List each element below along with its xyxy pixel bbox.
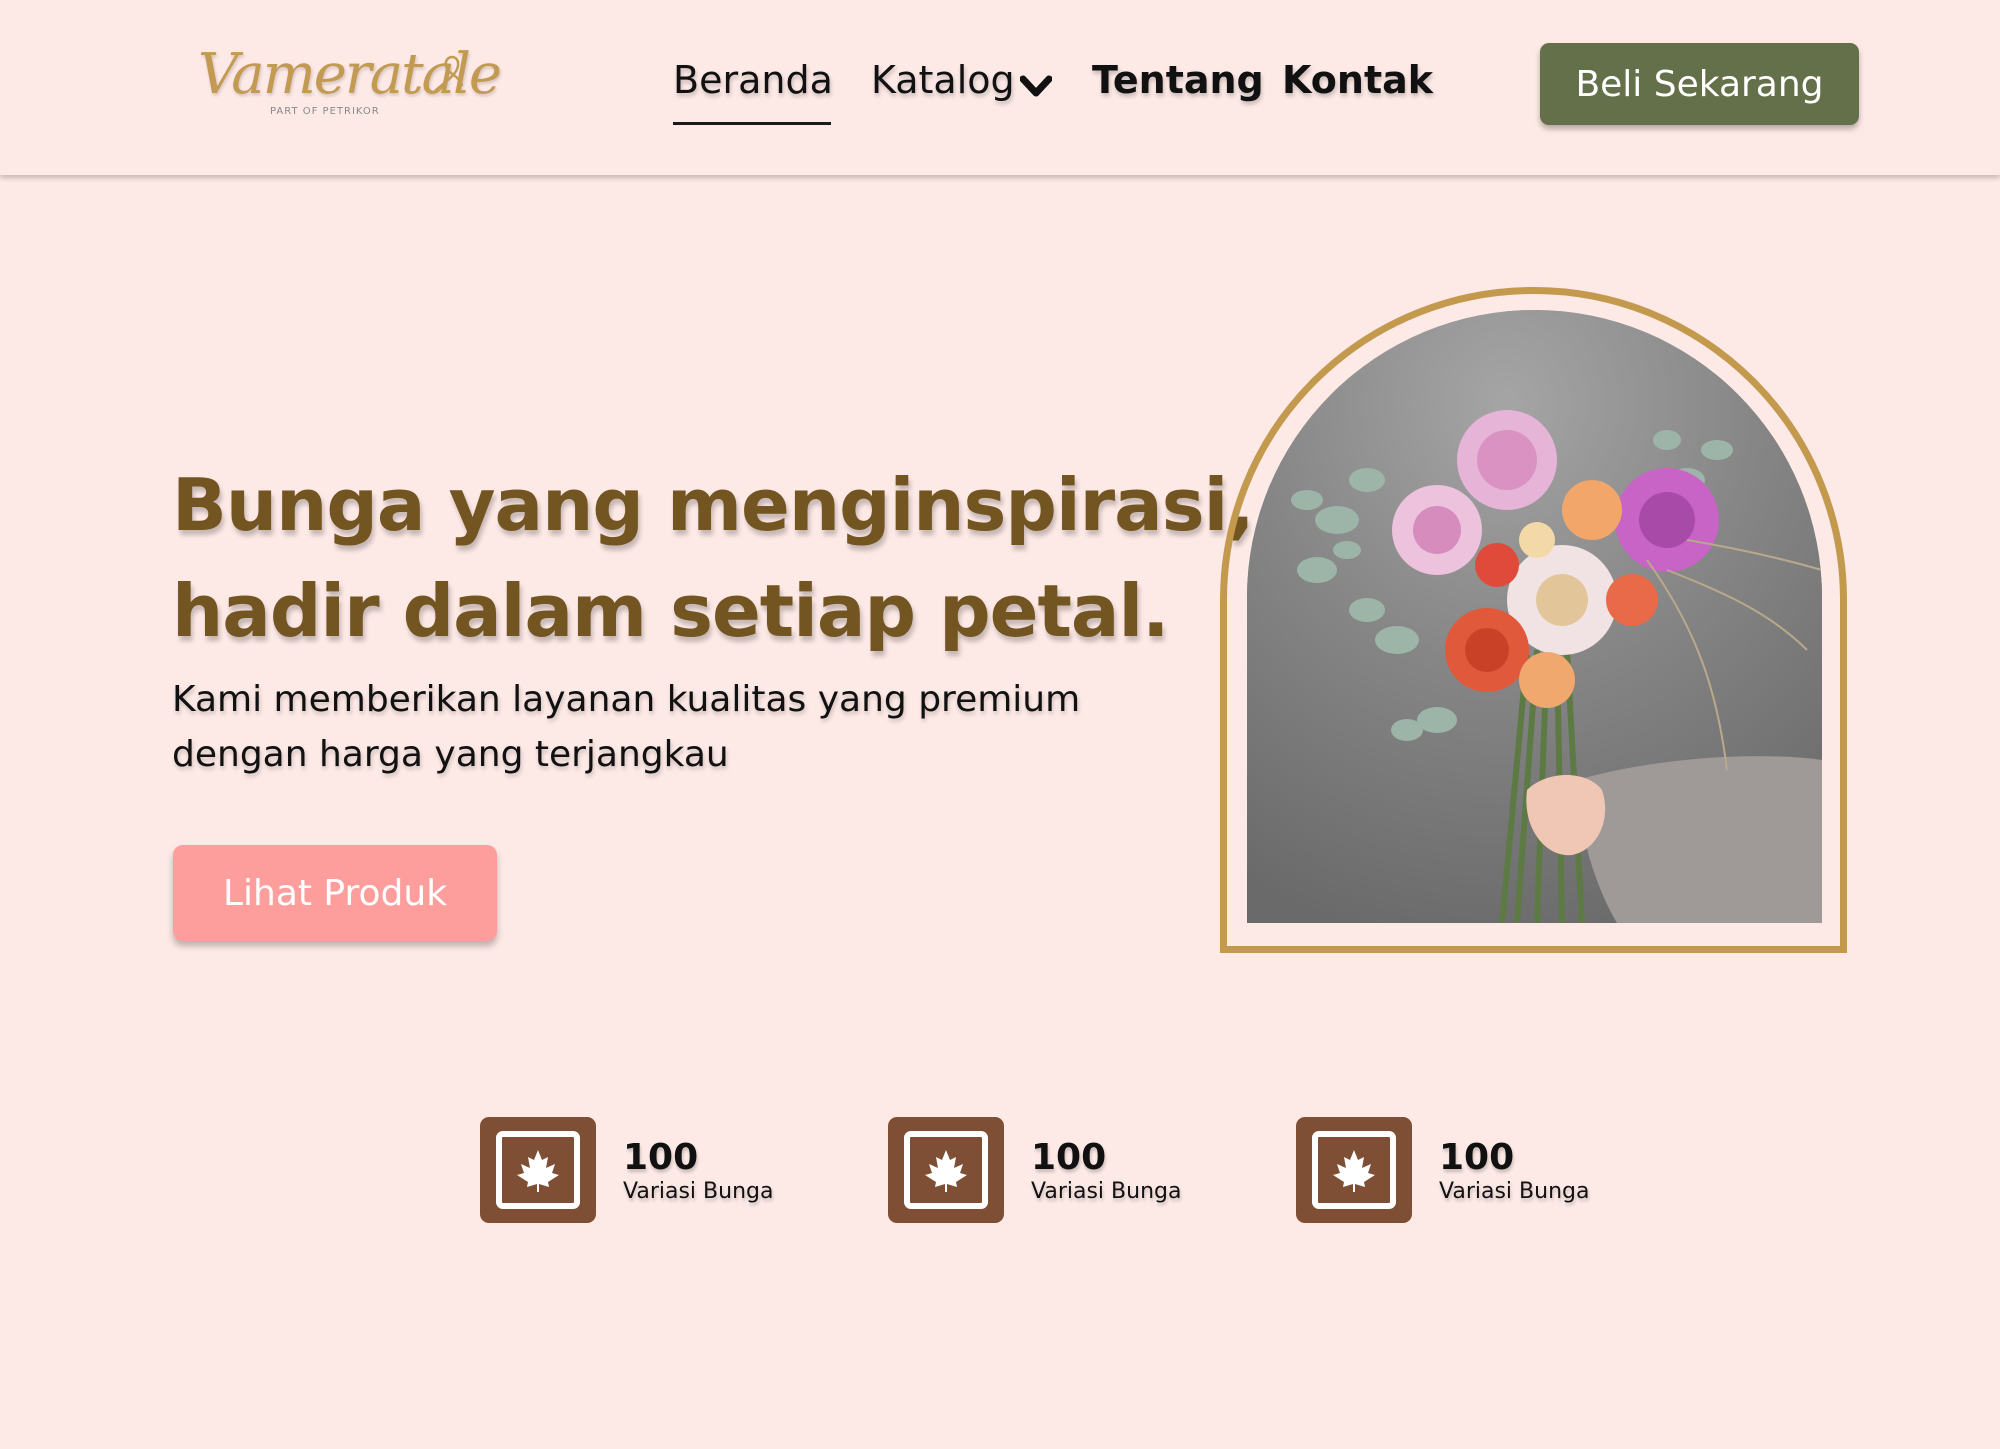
nav-item-tentang[interactable]: Tentang [1092,58,1264,102]
stat-label: Variasi Bunga [623,1179,774,1204]
nav-item-katalog[interactable]: Katalog [871,58,1015,102]
stat-icon-box [1296,1117,1412,1223]
buy-now-button[interactable]: Beli Sekarang [1540,43,1859,125]
nav-item-beranda[interactable]: Beranda [673,58,833,102]
hero-title-line-2: hadir dalam setiap petal. [172,569,1170,653]
hero-description-line-1: Kami memberikan layanan kualitas yang pr… [172,679,1081,720]
nav-item-kontak[interactable]: Kontak [1282,58,1433,102]
maple-leaf-icon [904,1131,988,1209]
hero-bouquet-image [1247,310,1822,923]
hero-description-line-2: dengan harga yang terjangkau [172,734,729,775]
brand-logo[interactable]: Vameratale PART OF PETRIKOR [198,42,502,122]
stat-icon-box [888,1117,1004,1223]
maple-leaf-icon [496,1131,580,1209]
site-header: Vameratale PART OF PETRIKOR Beranda Kata… [0,0,2000,175]
view-products-button[interactable]: Lihat Produk [173,845,497,941]
logo-subtitle: PART OF PETRIKOR [270,106,380,117]
maple-leaf-icon [1312,1131,1396,1209]
logo-swirl-icon [433,55,464,93]
stat-label: Variasi Bunga [1031,1179,1182,1204]
stat-number: 100 [1439,1137,1515,1178]
hero-title: Bunga yang menginspirasi, hadir dalam se… [172,452,1255,664]
stat-number: 100 [623,1137,699,1178]
stat-label: Variasi Bunga [1439,1179,1590,1204]
hero-description: Kami memberikan layanan kualitas yang pr… [172,672,1172,782]
hero-title-line-1: Bunga yang menginspirasi, [172,463,1255,547]
chevron-down-icon[interactable] [1020,75,1052,99]
active-nav-indicator [673,122,831,125]
stat-number: 100 [1031,1137,1107,1178]
stat-icon-box [480,1117,596,1223]
